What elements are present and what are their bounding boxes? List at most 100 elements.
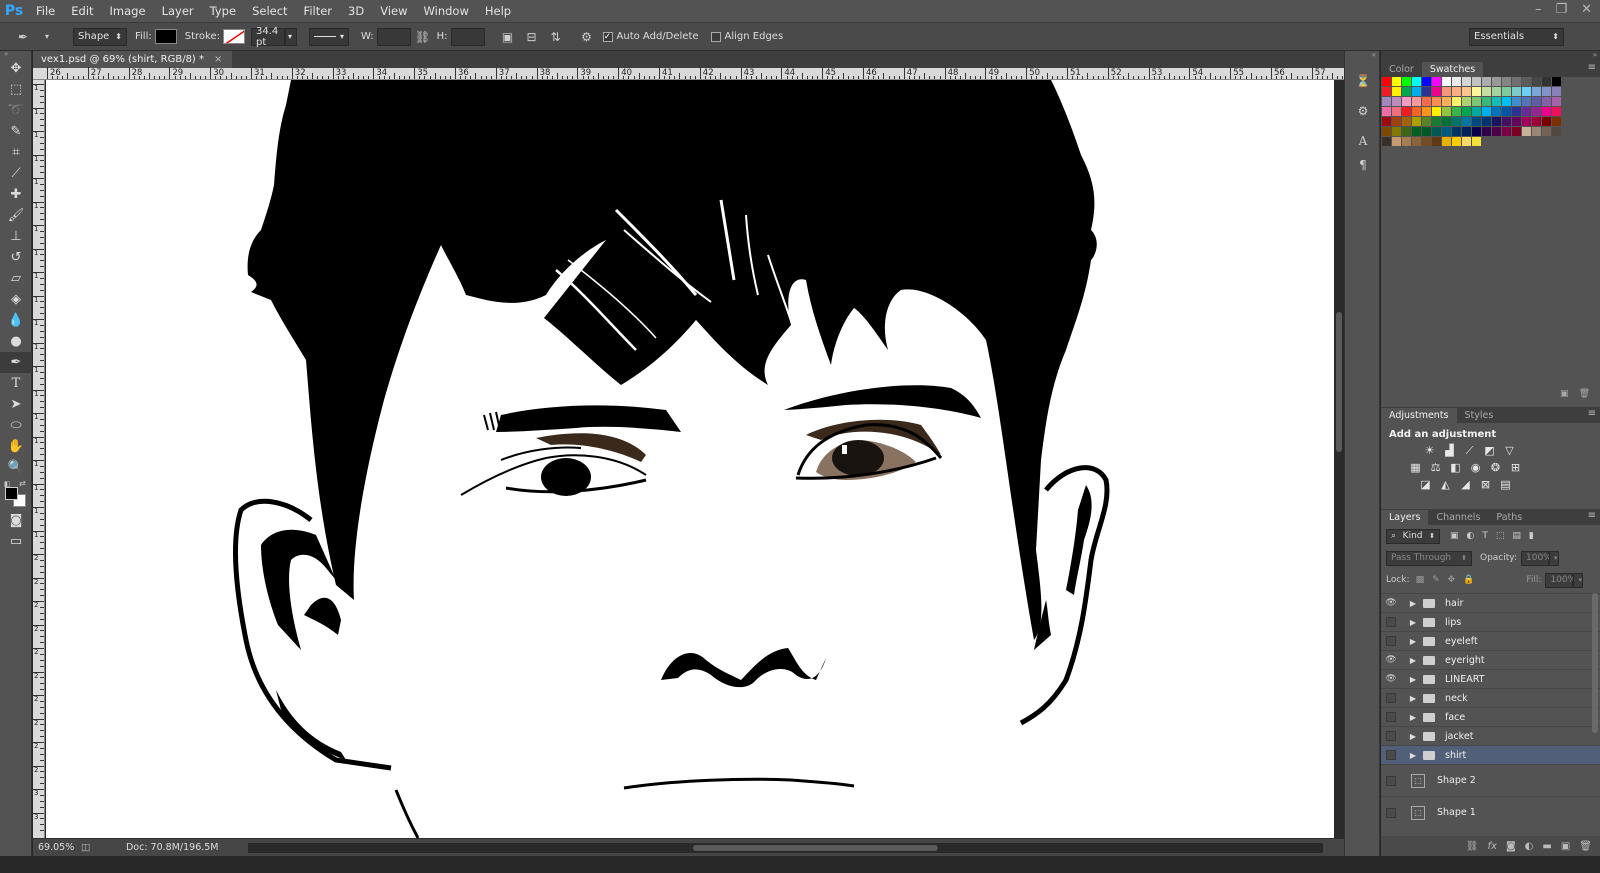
move-tool-icon[interactable]: ✥ xyxy=(0,58,32,79)
swatch[interactable] xyxy=(1522,77,1531,86)
close-tab-icon[interactable]: × xyxy=(214,54,222,65)
swatch[interactable] xyxy=(1542,97,1551,106)
stroke-width-input[interactable]: 34.4 pt xyxy=(250,26,285,48)
hand-tool-icon[interactable]: ✋ xyxy=(0,436,32,457)
swatch[interactable] xyxy=(1452,77,1461,86)
swatch[interactable] xyxy=(1462,117,1471,126)
swatch[interactable] xyxy=(1492,97,1501,106)
swatch[interactable] xyxy=(1382,137,1391,146)
layer-row[interactable]: ▶ face xyxy=(1381,707,1600,726)
swatch[interactable] xyxy=(1432,107,1441,116)
swatch[interactable] xyxy=(1442,107,1451,116)
eraser-tool-icon[interactable]: ▱ xyxy=(0,268,32,289)
zoom-level[interactable]: 69.05% xyxy=(33,842,77,853)
swatch[interactable] xyxy=(1552,77,1561,86)
menu-help[interactable]: Help xyxy=(477,0,519,23)
swatch[interactable] xyxy=(1552,127,1561,136)
menu-edit[interactable]: Edit xyxy=(63,0,101,23)
swatch[interactable] xyxy=(1432,97,1441,106)
expand-arrow-icon[interactable]: ▶ xyxy=(1407,751,1419,760)
vertical-scroll-thumb[interactable] xyxy=(1336,312,1342,452)
swatch[interactable] xyxy=(1532,127,1541,136)
swatch[interactable] xyxy=(1522,97,1531,106)
swatch[interactable] xyxy=(1442,77,1451,86)
swatch[interactable] xyxy=(1452,137,1461,146)
filter-toggle-icon[interactable]: ▮ xyxy=(1529,531,1534,541)
swatch[interactable] xyxy=(1442,137,1451,146)
color-balance-icon[interactable]: ⚖ xyxy=(1429,461,1442,474)
pen-tool-icon[interactable]: ✒ xyxy=(14,28,32,46)
healing-brush-tool-icon[interactable]: ✚ xyxy=(0,184,32,205)
tab-swatches[interactable]: Swatches xyxy=(1421,62,1484,77)
swatch[interactable] xyxy=(1402,137,1411,146)
stroke-swatch[interactable] xyxy=(222,29,245,44)
tab-paths[interactable]: Paths xyxy=(1488,510,1530,525)
swatch[interactable] xyxy=(1462,87,1471,96)
visibility-toggle[interactable] xyxy=(1381,775,1401,786)
lock-transparency-icon[interactable]: ▩ xyxy=(1416,575,1425,585)
swatch[interactable] xyxy=(1402,117,1411,126)
fill-swatch[interactable] xyxy=(154,29,177,44)
gradient-map-icon[interactable]: ▤ xyxy=(1499,478,1512,491)
visibility-toggle[interactable] xyxy=(1381,636,1401,646)
layer-row[interactable]: 👁 ▶ eyeright xyxy=(1381,650,1600,669)
exposure-icon[interactable]: ◩ xyxy=(1483,444,1496,457)
black-white-icon[interactable]: ◧ xyxy=(1449,461,1462,474)
swatch[interactable] xyxy=(1552,117,1561,126)
threshold-icon[interactable]: ◢ xyxy=(1459,478,1472,491)
curves-icon[interactable]: ⟋ xyxy=(1463,444,1476,457)
swatch[interactable] xyxy=(1432,137,1441,146)
swatch[interactable] xyxy=(1442,117,1451,126)
swatch[interactable] xyxy=(1402,77,1411,86)
swatch[interactable] xyxy=(1412,127,1421,136)
swatch[interactable] xyxy=(1482,77,1491,86)
swatch[interactable] xyxy=(1462,137,1471,146)
hue-saturation-icon[interactable]: ▦ xyxy=(1409,461,1422,474)
swatch[interactable] xyxy=(1462,77,1471,86)
swatch[interactable] xyxy=(1402,107,1411,116)
swatch[interactable] xyxy=(1512,107,1521,116)
link-icon[interactable]: ⛓ xyxy=(414,28,432,46)
blur-tool-icon[interactable]: 💧 xyxy=(0,310,32,331)
swatch[interactable] xyxy=(1422,107,1431,116)
delete-layer-icon[interactable]: 🗑 xyxy=(1579,841,1592,852)
swatch[interactable] xyxy=(1542,127,1551,136)
swatch[interactable] xyxy=(1392,97,1401,106)
swatch[interactable] xyxy=(1502,97,1511,106)
document-canvas[interactable] xyxy=(46,80,1335,838)
foreground-color-swatch[interactable] xyxy=(5,487,18,500)
swatch[interactable] xyxy=(1422,87,1431,96)
horizontal-scrollbar[interactable] xyxy=(248,843,1323,853)
swatch[interactable] xyxy=(1382,87,1391,96)
swatch[interactable] xyxy=(1422,77,1431,86)
swatch[interactable] xyxy=(1512,127,1521,136)
swatch[interactable] xyxy=(1432,117,1441,126)
swatch[interactable] xyxy=(1522,127,1531,136)
expand-arrow-icon[interactable]: ▶ xyxy=(1407,656,1419,665)
swatch[interactable] xyxy=(1382,127,1391,136)
posterize-icon[interactable]: ◭ xyxy=(1439,478,1452,491)
lock-position-icon[interactable]: ✥ xyxy=(1448,575,1456,585)
swatch[interactable] xyxy=(1502,117,1511,126)
channel-mixer-icon[interactable]: ❂ xyxy=(1489,461,1502,474)
swatch[interactable] xyxy=(1432,77,1441,86)
menu-layer[interactable]: Layer xyxy=(154,0,202,23)
tab-channels[interactable]: Channels xyxy=(1428,510,1488,525)
tab-styles[interactable]: Styles xyxy=(1457,408,1502,423)
swatch[interactable] xyxy=(1512,117,1521,126)
eye-icon[interactable]: 👁 xyxy=(1381,655,1401,665)
new-layer-icon[interactable]: ▣ xyxy=(1561,841,1570,852)
filter-type-icon[interactable]: T xyxy=(1482,531,1488,541)
panel-menu-icon[interactable]: ≡ xyxy=(1588,510,1596,521)
swatch[interactable] xyxy=(1482,97,1491,106)
new-swatch-icon[interactable]: ▣ xyxy=(1560,389,1569,403)
swatch[interactable] xyxy=(1522,117,1531,126)
swatch[interactable] xyxy=(1442,97,1451,106)
swatch[interactable] xyxy=(1392,127,1401,136)
swatch[interactable] xyxy=(1522,107,1531,116)
swatch[interactable] xyxy=(1412,97,1421,106)
fill-input[interactable]: 100% xyxy=(1545,572,1576,588)
swatch[interactable] xyxy=(1542,117,1551,126)
menu-type[interactable]: Type xyxy=(202,0,244,23)
opacity-dropdown[interactable]: ▾ xyxy=(1549,550,1559,566)
